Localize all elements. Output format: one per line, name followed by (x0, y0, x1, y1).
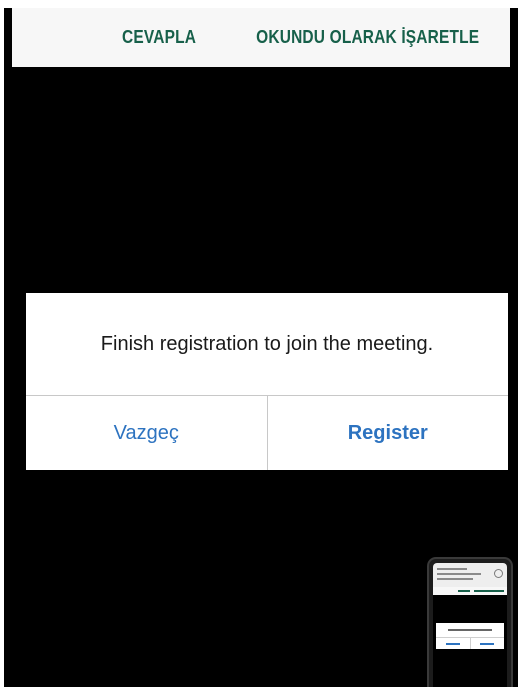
dialog-buttons: Vazgeç Register (26, 396, 508, 470)
registration-dialog: Finish registration to join the meeting.… (26, 293, 508, 470)
cancel-button[interactable]: Vazgeç (26, 396, 268, 470)
reply-button[interactable]: CEVAPLA (110, 27, 206, 48)
pip-status-area (433, 563, 507, 587)
pip-settings-icon (494, 569, 503, 578)
phone-screen: CEVAPLA OKUNDU OLARAK İŞARETLE Finish re… (4, 8, 518, 687)
pip-notification-bar (433, 587, 507, 595)
register-button[interactable]: Register (268, 396, 509, 470)
pip-dialog (436, 623, 504, 649)
dialog-message: Finish registration to join the meeting. (26, 293, 508, 396)
notification-actions-bar: CEVAPLA OKUNDU OLARAK İŞARETLE (12, 8, 510, 67)
picture-in-picture-thumbnail[interactable] (429, 559, 511, 687)
mark-as-read-button[interactable]: OKUNDU OLARAK İŞARETLE (245, 27, 490, 48)
pip-screen (433, 563, 507, 687)
